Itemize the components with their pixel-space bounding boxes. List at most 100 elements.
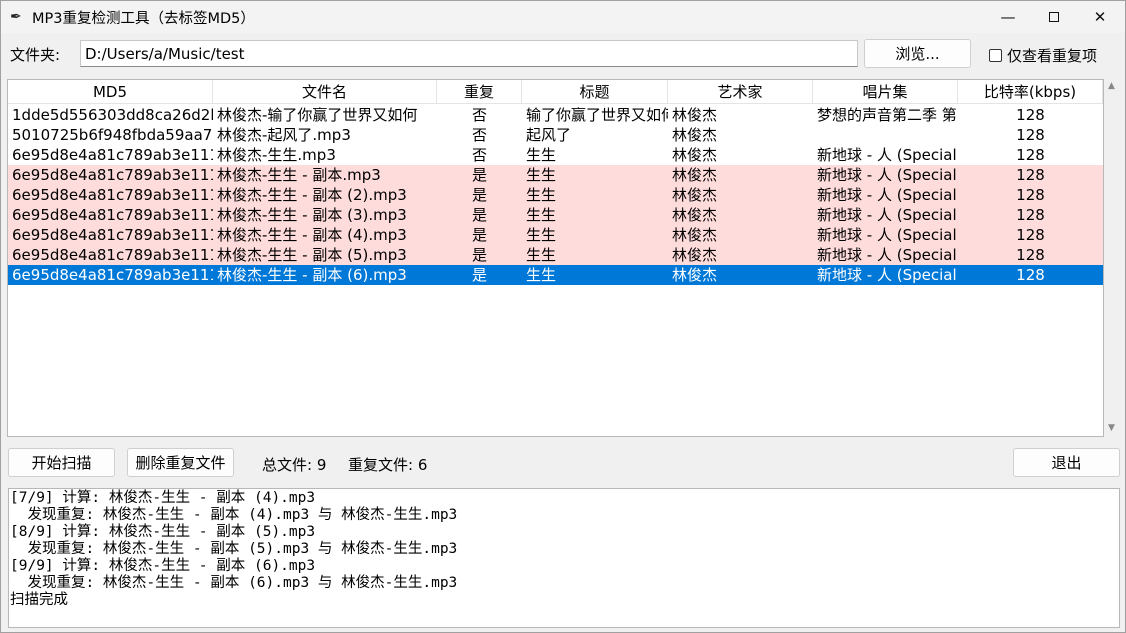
cell-md5: 6e95d8e4a81c789ab3e111 [12, 246, 213, 264]
folder-path-input[interactable] [80, 40, 858, 67]
table-row[interactable]: 5010725b6f948fbda59aa7c 林俊杰-起风了.mp3 否 起风了 林俊… [8, 125, 1103, 145]
app-window: ✒ MP3重复检测工具（去标签MD5） — ✕ 文件夹: 浏览... 仅查看重复… [0, 0, 1126, 633]
total-files-count: 总文件: 9 [262, 456, 327, 474]
scroll-up-icon[interactable]: ▲ [1108, 81, 1115, 91]
cell-bitrate: 128 [1016, 206, 1045, 224]
checkbox-box[interactable] [989, 49, 1002, 62]
cell-title: 生生 [526, 166, 557, 184]
cell-md5: 6e95d8e4a81c789ab3e111 [12, 226, 213, 244]
cell-title: 生生 [526, 146, 557, 164]
table-row[interactable]: 6e95d8e4a81c789ab3e111 林俊杰-生生 - 副本 (2).mp… [8, 185, 1103, 205]
cell-title: 生生 [526, 266, 557, 284]
cell-title: 起风了 [526, 126, 572, 144]
cell-file: 林俊杰-生生 - 副本 (2).mp3 [217, 186, 407, 204]
cell-md5: 6e95d8e4a81c789ab3e111 [12, 166, 213, 184]
log-line: [7/9] 计算: 林俊杰-生生 - 副本 (4).mp3 [10, 490, 316, 506]
log-line: 发现重复: 林俊杰-生生 - 副本 (4).mp3 与 林俊杰-生生.mp3 [10, 507, 458, 523]
cell-file: 林俊杰-生生.mp3 [217, 146, 336, 164]
cell-artist: 林俊杰 [672, 186, 718, 204]
cell-artist: 林俊杰 [672, 126, 718, 144]
cell-title: 输了你赢了世界又如何 [526, 106, 668, 124]
table-row[interactable]: 6e95d8e4a81c789ab3e111 林俊杰-生生 - 副本 (4).mp… [8, 225, 1103, 245]
cell-album: 梦想的声音第二季 第 [817, 106, 957, 124]
cell-album: 新地球 - 人 (Special [817, 146, 957, 164]
cell-bitrate: 128 [1016, 266, 1045, 284]
scroll-down-icon[interactable]: ▼ [1108, 423, 1115, 433]
cell-dup: 否 [471, 146, 487, 164]
exit-button[interactable]: 退出 [1013, 448, 1120, 477]
table-scrollbar[interactable]: ▲ ▼ [1105, 79, 1121, 437]
cell-title: 生生 [526, 206, 557, 224]
cell-title: 生生 [526, 246, 557, 264]
cell-file: 林俊杰-生生 - 副本 (6).mp3 [217, 266, 407, 284]
column-header-title[interactable]: 标题 [522, 80, 668, 104]
cell-bitrate: 128 [1016, 246, 1045, 264]
table-row[interactable]: 1dde5d556303dd8ca26d2b 林俊杰-输了你赢了世界又如何 否 输了你… [8, 105, 1103, 125]
cell-artist: 林俊杰 [672, 146, 718, 164]
only-duplicates-label: 仅查看重复项 [1007, 47, 1098, 65]
folder-label: 文件夹: [10, 46, 61, 64]
maximize-icon [1049, 12, 1059, 22]
log-line: [9/9] 计算: 林俊杰-生生 - 副本 (6).mp3 [10, 558, 316, 574]
close-button[interactable]: ✕ [1077, 1, 1123, 33]
table-row[interactable]: 6e95d8e4a81c789ab3e111 林俊杰-生生.mp3 否 生生 林俊杰 新地… [8, 145, 1103, 165]
table-row[interactable]: 6e95d8e4a81c789ab3e111 林俊杰-生生 - 副本 (6).mp… [8, 265, 1103, 285]
cell-bitrate: 128 [1016, 146, 1045, 164]
cell-artist: 林俊杰 [672, 106, 718, 124]
cell-file: 林俊杰-起风了.mp3 [217, 126, 351, 144]
cell-md5: 6e95d8e4a81c789ab3e111 [12, 266, 213, 284]
column-header-artist[interactable]: 艺术家 [668, 80, 813, 104]
cell-file: 林俊杰-输了你赢了世界又如何 [217, 106, 418, 124]
cell-dup: 是 [471, 246, 487, 264]
log-line: 发现重复: 林俊杰-生生 - 副本 (6).mp3 与 林俊杰-生生.mp3 [10, 575, 458, 591]
only-duplicates-checkbox[interactable]: 仅查看重复项 [989, 45, 1097, 66]
cell-dup: 否 [471, 126, 487, 144]
cell-file: 林俊杰-生生 - 副本 (3).mp3 [217, 206, 407, 224]
cell-bitrate: 128 [1016, 226, 1045, 244]
cell-md5: 6e95d8e4a81c789ab3e111 [12, 186, 213, 204]
cell-file: 林俊杰-生生 - 副本.mp3 [217, 166, 381, 184]
title-bar[interactable]: ✒ MP3重复检测工具（去标签MD5） — ✕ [1, 1, 1125, 33]
column-header-bitrate[interactable]: 比特率(kbps) [958, 80, 1103, 104]
delete-duplicates-button[interactable]: 删除重复文件 [127, 448, 234, 477]
cell-dup: 是 [471, 266, 487, 284]
table-row[interactable]: 6e95d8e4a81c789ab3e111 林俊杰-生生 - 副本 (5).mp… [8, 245, 1103, 265]
results-table[interactable]: MD5 文件名 重复 标题 艺术家 唱片集 比特率(kbps) 1dde5d556303dd… [7, 79, 1104, 437]
cell-album: 新地球 - 人 (Special [817, 206, 957, 224]
cell-artist: 林俊杰 [672, 226, 718, 244]
log-output[interactable]: [7/9] 计算: 林俊杰-生生 - 副本 (4).mp3 发现重复: 林俊杰-… [8, 488, 1120, 628]
maximize-button[interactable] [1031, 1, 1077, 33]
cell-dup: 是 [471, 206, 487, 224]
duplicate-files-count: 重复文件: 6 [348, 456, 428, 474]
minimize-button[interactable]: — [985, 1, 1031, 33]
feather-icon: ✒ [10, 9, 22, 25]
cell-album: 新地球 - 人 (Special [817, 226, 957, 244]
browse-button[interactable]: 浏览... [864, 39, 971, 68]
cell-album: 新地球 - 人 (Special [817, 246, 957, 264]
cell-bitrate: 128 [1016, 186, 1045, 204]
close-icon: ✕ [1093, 8, 1107, 26]
cell-album: 新地球 - 人 (Special [817, 166, 957, 184]
cell-artist: 林俊杰 [672, 266, 718, 284]
column-header-album[interactable]: 唱片集 [813, 80, 958, 104]
cell-md5: 1dde5d556303dd8ca26d2b [12, 106, 213, 124]
cell-bitrate: 128 [1016, 126, 1045, 144]
cell-file: 林俊杰-生生 - 副本 (4).mp3 [217, 226, 407, 244]
cell-album: 新地球 - 人 (Special [817, 186, 957, 204]
cell-dup: 是 [471, 186, 487, 204]
table-row[interactable]: 6e95d8e4a81c789ab3e111 林俊杰-生生 - 副本.mp3 是 生生… [8, 165, 1103, 185]
cell-album: 新地球 - 人 (Special [817, 266, 957, 284]
log-line: [8/9] 计算: 林俊杰-生生 - 副本 (5).mp3 [10, 524, 316, 540]
log-line: 扫描完成 [10, 592, 68, 608]
column-header-file[interactable]: 文件名 [213, 80, 437, 104]
window-title: MP3重复检测工具（去标签MD5） [32, 10, 255, 27]
column-header-md5[interactable]: MD5 [8, 80, 213, 104]
cell-dup: 是 [471, 166, 487, 184]
cell-file: 林俊杰-生生 - 副本 (5).mp3 [217, 246, 407, 264]
table-row[interactable]: 6e95d8e4a81c789ab3e111 林俊杰-生生 - 副本 (3).mp… [8, 205, 1103, 225]
cell-dup: 否 [471, 106, 487, 124]
cell-md5: 6e95d8e4a81c789ab3e111 [12, 206, 213, 224]
start-scan-button[interactable]: 开始扫描 [8, 448, 115, 477]
column-header-dup[interactable]: 重复 [437, 80, 522, 104]
cell-title: 生生 [526, 226, 557, 244]
